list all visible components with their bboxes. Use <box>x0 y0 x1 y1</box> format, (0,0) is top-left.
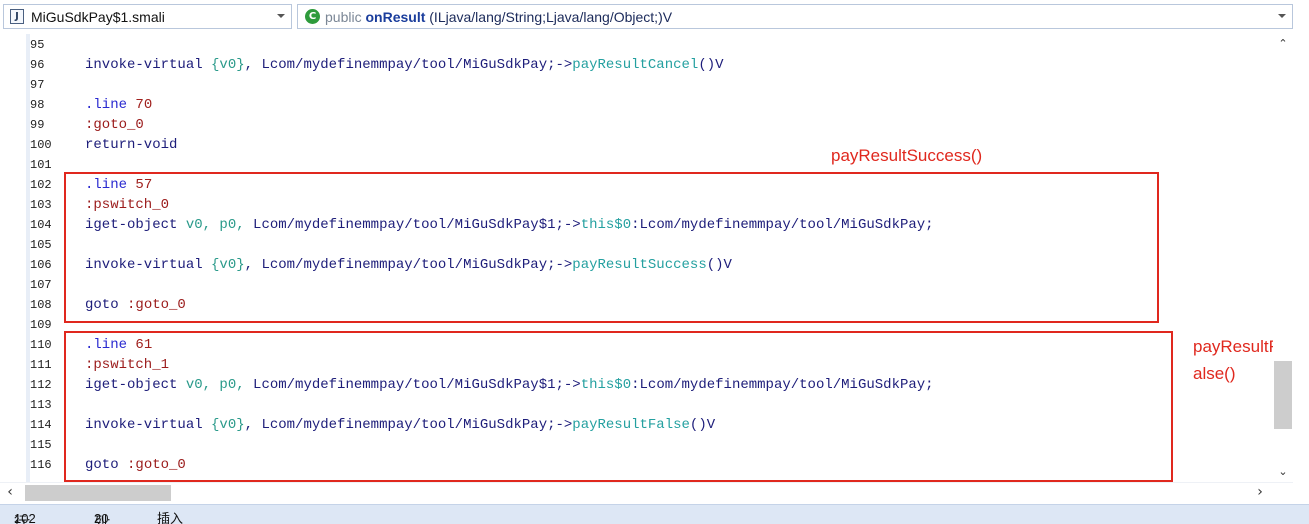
line-number: 95 <box>30 38 45 52</box>
code-line[interactable]: 98 .line 70 <box>0 95 1273 115</box>
line-number: 112 <box>30 378 52 392</box>
success-annotation: payResultSuccess() <box>831 146 983 165</box>
line-number: 113 <box>30 398 52 412</box>
line-number: 109 <box>30 318 52 332</box>
line-number: 101 <box>30 158 52 172</box>
method-selector-combo[interactable]: C public onResult (ILjava/lang/String;Lj… <box>297 4 1293 29</box>
success-highlight-box <box>64 172 1159 323</box>
line-number: 111 <box>30 358 52 372</box>
line-number: 116 <box>30 458 52 472</box>
opcode: invoke-virtual <box>85 57 203 73</box>
false-highlight-box <box>64 331 1173 482</box>
editor-toolbar: J MiGuSdkPay$1.smali C public onResult (… <box>0 0 1309 34</box>
member-name: payResultCancel <box>572 57 699 73</box>
chevron-right-icon[interactable]: › <box>1250 483 1270 503</box>
descriptor-tail: ()V <box>698 57 724 73</box>
code-line[interactable]: 97 <box>0 75 1273 95</box>
code-text: .line 70 <box>85 95 152 115</box>
false-annotation-line1: payResultF <box>1193 337 1279 356</box>
line-number: 102 <box>30 178 52 192</box>
chevron-down-icon[interactable] <box>1278 14 1286 18</box>
vertical-scrollbar[interactable]: ⌃ ⌄ <box>1273 34 1293 482</box>
insert-mode-indicator: 插入 <box>157 511 184 524</box>
file-selector-value: MiGuSdkPay$1.smali <box>31 9 165 25</box>
line-number: 97 <box>30 78 45 92</box>
chevron-up-icon[interactable]: ⌃ <box>1273 34 1293 54</box>
method-selector-value: public onResult (ILjava/lang/String;Ljav… <box>325 9 673 25</box>
code-text: invoke-virtual {v0}, Lcom/mydefinemmpay/… <box>85 55 724 75</box>
line-number: 108 <box>30 298 52 312</box>
code-text: return-void <box>85 135 177 155</box>
line-number: 99 <box>30 118 45 132</box>
public-method-icon: C <box>305 9 320 24</box>
line-number: 106 <box>30 258 52 272</box>
status-bar: 行: 102 列: 20 插入 <box>0 504 1309 524</box>
line-number: 100 <box>30 138 52 152</box>
horizontal-scroll-thumb[interactable] <box>25 485 171 501</box>
line-number: 98 <box>30 98 45 112</box>
chevron-down-icon[interactable] <box>277 14 285 18</box>
false-annotation-line2: alse() <box>1193 364 1236 383</box>
line-number: 115 <box>30 438 52 452</box>
code-line[interactable]: 95 <box>0 35 1273 55</box>
line-number: 105 <box>30 238 52 252</box>
line-number: 104 <box>30 218 52 232</box>
line-number: 110 <box>30 338 52 352</box>
line-number: 103 <box>30 198 52 212</box>
label: :goto_0 <box>85 117 144 133</box>
chevron-left-icon[interactable]: ‹ <box>0 483 20 503</box>
registers: {v0} <box>211 57 245 73</box>
line-number: 114 <box>30 418 52 432</box>
code-text: :goto_0 <box>85 115 144 135</box>
java-file-icon: J <box>10 9 24 24</box>
opcode: return-void <box>85 137 178 153</box>
file-selector-combo[interactable]: J MiGuSdkPay$1.smali <box>3 4 292 29</box>
code-line[interactable]: 99 :goto_0 <box>0 115 1273 135</box>
code-line[interactable]: 96 invoke-virtual {v0}, Lcom/mydefinemmpa… <box>0 55 1273 75</box>
type-descriptor: , Lcom/mydefinemmpay/tool/MiGuSdkPay;-> <box>244 57 573 73</box>
line-number: 96 <box>30 58 45 72</box>
horizontal-scrollbar[interactable]: ‹ › <box>0 482 1293 502</box>
line-number: 107 <box>30 278 52 292</box>
chevron-down-icon[interactable]: ⌄ <box>1273 462 1293 482</box>
directive: .line <box>85 97 128 113</box>
right-margin <box>1293 34 1309 482</box>
line-number-value: 70 <box>135 97 153 113</box>
code-line[interactable]: 100 return-void <box>0 135 1273 155</box>
vertical-scroll-thumb[interactable] <box>1274 361 1292 429</box>
